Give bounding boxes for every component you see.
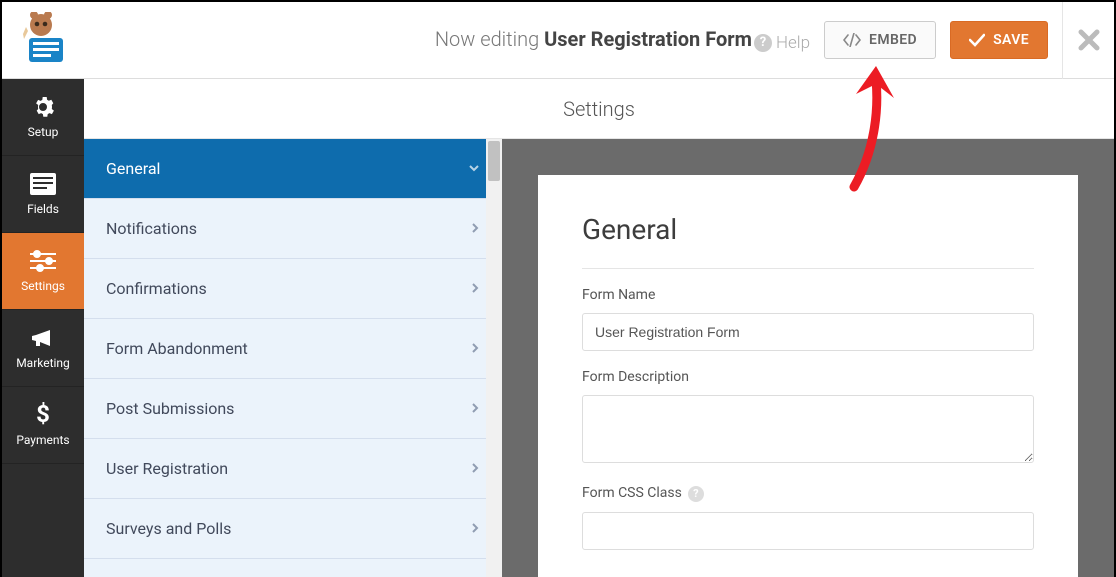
top-bar: Now editing User Registration Form? Help… — [2, 2, 1114, 79]
field-form-css-class: Form CSS Class? — [582, 485, 1034, 550]
gear-icon — [31, 95, 55, 119]
settings-item-form-abandonment[interactable]: Form Abandonment — [84, 319, 502, 379]
nav-marketing[interactable]: Marketing — [2, 310, 84, 387]
app-logo — [2, 2, 80, 79]
save-button[interactable]: SAVE — [950, 21, 1048, 59]
help-link[interactable]: ? Help — [754, 33, 810, 53]
editing-title: User Registration Form — [544, 27, 752, 51]
list-icon — [30, 172, 56, 196]
check-icon — [969, 33, 985, 47]
nav-label: Settings — [21, 279, 65, 293]
content: Settings General Notifications Confirmat… — [84, 79, 1114, 577]
close-button[interactable] — [1062, 2, 1114, 79]
preview-canvas: General Form Name Form Description Form … — [502, 139, 1114, 577]
embed-label: EMBED — [869, 32, 917, 48]
help-icon: ? — [754, 34, 772, 52]
chevron-right-icon — [470, 279, 480, 298]
columns: General Notifications Confirmations Form… — [84, 139, 1114, 577]
form-css-class-input[interactable] — [582, 512, 1034, 550]
settings-item-surveys-polls[interactable]: Surveys and Polls — [84, 499, 502, 559]
field-form-description: Form Description — [582, 369, 1034, 467]
settings-panel: General Form Name Form Description Form … — [538, 175, 1078, 577]
settings-item-confirmations[interactable]: Confirmations — [84, 259, 502, 319]
settings-item-label: Notifications — [106, 219, 197, 238]
chevron-right-icon — [470, 519, 480, 538]
settings-item-user-registration[interactable]: User Registration — [84, 439, 502, 499]
now-editing-text: Now editing User Registration Form? Help — [435, 27, 810, 53]
settings-item-label: User Registration — [106, 459, 228, 478]
field-form-name: Form Name — [582, 287, 1034, 351]
save-label: SAVE — [993, 32, 1029, 48]
nav-label: Marketing — [16, 356, 70, 370]
settings-item-label: General — [106, 159, 160, 178]
page-title: Settings — [84, 79, 1114, 139]
nav-settings[interactable]: Settings — [2, 233, 84, 310]
sliders-icon — [30, 249, 56, 273]
form-css-class-label: Form CSS Class? — [582, 485, 1034, 502]
scrollbar-thumb[interactable] — [488, 141, 500, 181]
settings-item-label: Confirmations — [106, 279, 207, 298]
top-center: Now editing User Registration Form? Help… — [80, 21, 1062, 59]
main: Setup Fields Settings Marketing $ Paymen… — [2, 79, 1114, 577]
svg-text:$: $ — [36, 402, 50, 428]
chevron-right-icon — [470, 219, 480, 238]
editing-prefix: Now editing — [435, 27, 544, 51]
form-name-input[interactable] — [582, 313, 1034, 351]
form-name-label: Form Name — [582, 287, 1034, 303]
bullhorn-icon — [30, 326, 56, 350]
settings-list: General Notifications Confirmations Form… — [84, 139, 502, 577]
chevron-right-icon — [470, 459, 480, 478]
nav-payments[interactable]: $ Payments — [2, 387, 84, 464]
code-icon — [843, 33, 861, 47]
left-nav: Setup Fields Settings Marketing $ Paymen… — [2, 79, 84, 577]
chevron-right-icon — [470, 399, 480, 418]
form-description-input[interactable] — [582, 395, 1034, 463]
chevron-right-icon — [470, 339, 480, 358]
embed-button[interactable]: EMBED — [824, 21, 936, 59]
chevron-down-icon — [468, 159, 480, 178]
settings-item-general[interactable]: General — [84, 139, 502, 199]
nav-label: Payments — [16, 433, 69, 447]
divider — [582, 268, 1034, 269]
close-icon — [1078, 29, 1100, 51]
settings-item-label: Surveys and Polls — [106, 519, 231, 538]
scrollbar[interactable] — [486, 139, 502, 577]
help-label: Help — [776, 33, 810, 53]
form-css-class-label-text: Form CSS Class — [582, 485, 682, 501]
settings-item-label: Post Submissions — [106, 399, 234, 418]
help-tooltip-icon[interactable]: ? — [688, 486, 704, 502]
nav-fields[interactable]: Fields — [2, 156, 84, 233]
wpforms-logo-icon — [16, 12, 72, 68]
settings-item-post-submissions[interactable]: Post Submissions — [84, 379, 502, 439]
settings-item-label: Form Abandonment — [106, 339, 248, 358]
nav-label: Setup — [28, 125, 59, 139]
settings-item-notifications[interactable]: Notifications — [84, 199, 502, 259]
dollar-icon: $ — [35, 403, 51, 427]
nav-label: Fields — [27, 202, 59, 216]
nav-setup[interactable]: Setup — [2, 79, 84, 156]
form-description-label: Form Description — [582, 369, 1034, 385]
panel-heading: General — [582, 213, 1034, 246]
